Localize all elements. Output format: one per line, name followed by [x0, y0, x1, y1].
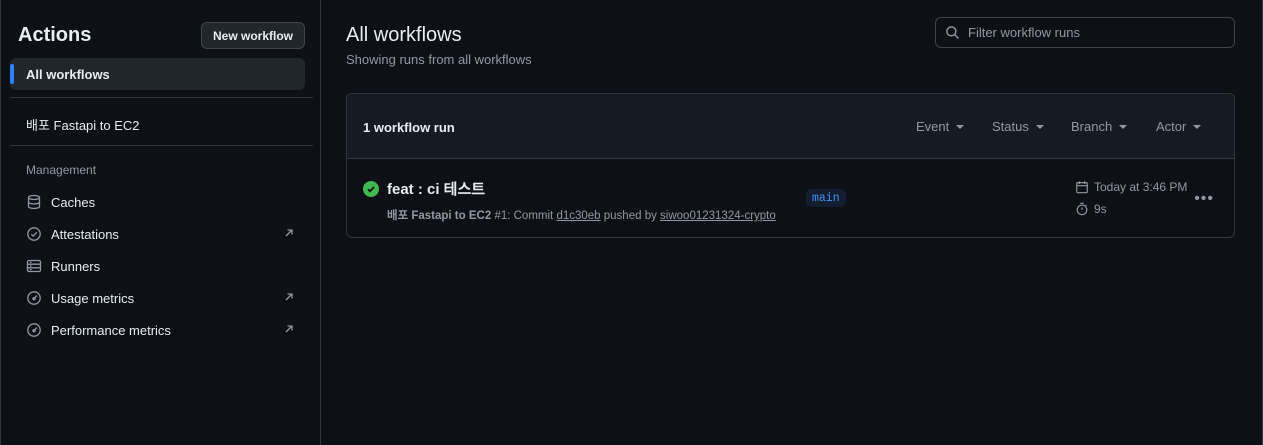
runs-list-header: 1 workflow run Event Status Branch Actor — [347, 94, 1234, 159]
database-icon — [25, 193, 43, 211]
sidebar-item-runners[interactable]: Runners — [25, 256, 305, 276]
search-icon — [946, 26, 959, 39]
run-meta: 배포 Fastapi to EC2 #1: Commit d1c30eb pus… — [387, 207, 776, 223]
dropdown-label: Actor — [1156, 119, 1187, 134]
calendar-icon — [1076, 181, 1088, 194]
sidebar-item-performance-metrics[interactable]: Performance metrics — [25, 320, 305, 340]
sidebar-item-usage-metrics[interactable]: Usage metrics — [25, 288, 305, 308]
sidebar-divider — [10, 145, 313, 146]
caret-down-icon — [1119, 124, 1128, 129]
verified-icon — [25, 225, 43, 243]
pushed-by-text: pushed by — [603, 210, 657, 222]
dropdown-label: Event — [916, 119, 950, 134]
external-link-icon — [285, 293, 293, 301]
sidebar-divider — [10, 97, 313, 98]
run-time-text: Today at 3:46 PM — [1094, 180, 1188, 194]
sidebar-item-caches[interactable]: Caches — [25, 192, 305, 212]
run-duration: 9s — [1075, 202, 1107, 216]
caret-down-icon — [1035, 124, 1044, 129]
stopwatch-icon — [1076, 202, 1088, 216]
sidebar-item-label: Runners — [51, 258, 101, 274]
dropdown-label: Branch — [1071, 119, 1113, 134]
branch-filter-dropdown[interactable]: Branch — [1071, 119, 1128, 134]
sidebar-item-attestations[interactable]: Attestations — [25, 224, 305, 244]
commit-link[interactable]: d1c30eb — [556, 210, 600, 222]
caret-down-icon — [956, 124, 965, 129]
actor-link[interactable]: siwoo01231324-crypto — [660, 210, 776, 222]
management-section-label: Management — [26, 163, 97, 177]
sidebar-item-label: Attestations — [51, 226, 119, 242]
filter-workflow-runs-field[interactable] — [935, 17, 1235, 48]
run-workflow-name: 배포 Fastapi to EC2 — [387, 210, 492, 222]
run-title-link[interactable]: feat : ci 테스트 — [387, 178, 485, 199]
workflow-run-row[interactable]: feat : ci 테스트 배포 Fastapi to EC2 #1: Comm… — [347, 159, 1234, 237]
sidebar-item-label: Usage metrics — [51, 290, 135, 306]
runs-count: 1 workflow run — [363, 120, 455, 135]
sidebar-item-label: Performance metrics — [51, 322, 171, 338]
branch-tag[interactable]: main — [806, 189, 846, 207]
server-icon — [25, 257, 43, 275]
sidebar-title: Actions — [18, 24, 92, 46]
actor-filter-dropdown[interactable]: Actor — [1156, 119, 1202, 134]
external-link-icon — [285, 325, 293, 333]
page-subtitle: Showing runs from all workflows — [346, 52, 532, 67]
filter-input[interactable] — [968, 25, 1218, 40]
run-timestamp: Today at 3:46 PM — [1075, 180, 1187, 194]
event-filter-dropdown[interactable]: Event — [916, 119, 965, 134]
kebab-horizontal-icon[interactable]: ••• — [1194, 190, 1214, 208]
status-filter-dropdown[interactable]: Status — [992, 119, 1044, 134]
new-workflow-button[interactable]: New workflow — [201, 22, 305, 49]
dropdown-label: Status — [992, 119, 1029, 134]
sidebar-item-all-workflows[interactable]: All workflows — [10, 58, 305, 90]
external-link-icon — [285, 229, 293, 237]
run-number: #1: Commit — [494, 210, 554, 222]
sidebar-item-label: Caches — [51, 194, 96, 210]
sidebar-item-workflow[interactable]: 배포 Fastapi to EC2 — [26, 115, 140, 134]
check-circle-icon — [363, 181, 379, 197]
workflow-runs-list: 1 workflow run Event Status Branch Actor… — [346, 93, 1235, 238]
caret-down-icon — [1193, 124, 1202, 129]
sidebar: Actions New workflow All workflows 배포 Fa… — [1, 0, 321, 445]
meter-icon — [25, 289, 43, 307]
meter-icon — [25, 321, 43, 339]
page-title: All workflows — [346, 24, 462, 46]
run-duration-text: 9s — [1094, 202, 1107, 216]
